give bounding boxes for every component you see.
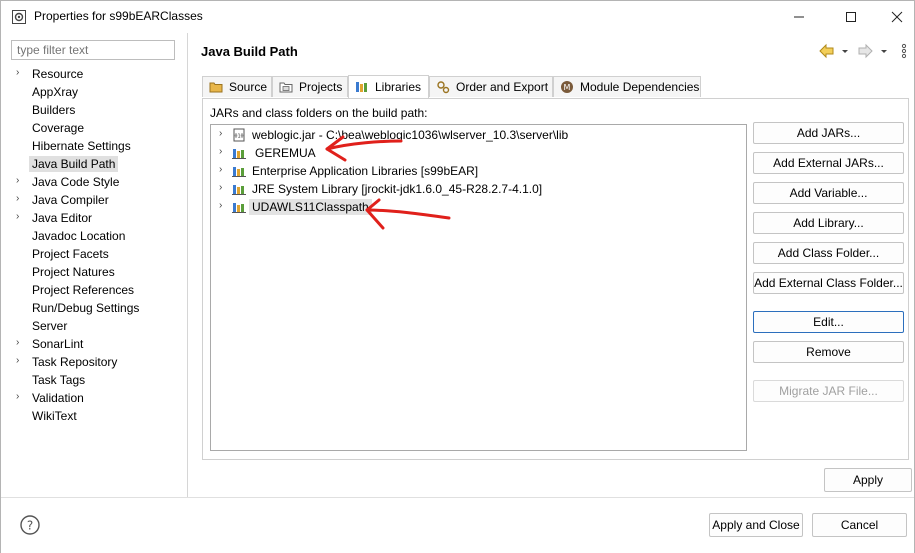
chevron-right-icon[interactable]: › (16, 67, 26, 81)
library-icon (232, 200, 246, 214)
more-icon[interactable] (901, 43, 907, 59)
window-title: Properties for s99bEARClasses (34, 9, 203, 23)
nav-item-project-natures[interactable]: Project Natures (1, 263, 187, 281)
nav-item-java-compiler[interactable]: › Java Compiler (1, 191, 187, 209)
help-icon[interactable]: ? (20, 515, 40, 535)
nav-item-javadoc-location[interactable]: Javadoc Location (1, 227, 187, 245)
minimize-icon (794, 16, 804, 18)
nav-item-sonarlint[interactable]: › SonarLint (1, 335, 187, 353)
module-icon: M (560, 80, 574, 94)
migrate-jar-file-button[interactable]: Migrate JAR File... (753, 380, 904, 402)
library-icon (232, 182, 246, 196)
libraries-panel: JARs and class folders on the build path… (202, 98, 909, 460)
chevron-right-icon[interactable]: › (16, 391, 26, 405)
nav-item-appxray[interactable]: AppXray (1, 83, 187, 101)
chevron-right-icon[interactable]: › (16, 337, 26, 351)
back-arrow-icon[interactable] (819, 43, 834, 59)
library-icon (232, 164, 246, 178)
order-export-icon (436, 80, 450, 94)
add-library-button[interactable]: Add Library... (753, 212, 904, 234)
chevron-right-icon[interactable]: › (16, 355, 26, 369)
eclipse-properties-icon (12, 10, 26, 24)
close-icon (891, 11, 903, 23)
edit-button[interactable]: Edit... (753, 311, 904, 333)
title-bar: Properties for s99bEARClasses (1, 1, 914, 33)
libraries-icon (355, 80, 369, 94)
add-external-jars-button[interactable]: Add External JARs... (753, 152, 904, 174)
source-folder-icon (209, 80, 223, 94)
chevron-right-icon[interactable]: › (219, 146, 222, 157)
svg-text:?: ? (27, 519, 33, 533)
nav-item-builders[interactable]: Builders (1, 101, 187, 119)
library-icon (232, 146, 246, 160)
build-path-caption: JARs and class folders on the build path… (210, 106, 428, 120)
svg-text:010: 010 (234, 134, 243, 140)
chevron-right-icon[interactable]: › (219, 164, 222, 175)
chevron-right-icon[interactable]: › (16, 175, 26, 189)
minimize-button[interactable] (776, 1, 822, 33)
chevron-down-icon[interactable] (842, 50, 848, 53)
maximize-button[interactable] (828, 1, 874, 33)
tab-projects[interactable]: Projects (272, 76, 348, 97)
nav-item-java-code-style[interactable]: › Java Code Style (1, 173, 187, 191)
tab-source[interactable]: Source (202, 76, 272, 97)
page-title: Java Build Path (201, 44, 298, 59)
add-class-folder-button[interactable]: Add Class Folder... (753, 242, 904, 264)
nav-item-task-repository[interactable]: › Task Repository (1, 353, 187, 371)
chevron-right-icon[interactable]: › (219, 200, 222, 211)
nav-item-server[interactable]: Server (1, 317, 187, 335)
page-navigation (818, 42, 910, 60)
apply-and-close-button[interactable]: Apply and Close (709, 513, 803, 537)
library-item-geremua[interactable]: › GEREMUA (211, 144, 746, 162)
nav-item-project-facets[interactable]: Project Facets (1, 245, 187, 263)
library-item-weblogic-jar[interactable]: › 010 weblogic.jar - C:\bea\weblogic1036… (211, 126, 746, 144)
jar-file-icon: 010 (232, 128, 246, 142)
nav-item-project-references[interactable]: Project References (1, 281, 187, 299)
library-item-udawls11classpath[interactable]: › UDAWLS11Classpath (211, 198, 746, 216)
filter-input[interactable] (11, 40, 175, 60)
remove-button[interactable]: Remove (753, 341, 904, 363)
add-jars-button[interactable]: Add JARs... (753, 122, 904, 144)
add-variable-button[interactable]: Add Variable... (753, 182, 904, 204)
chevron-right-icon[interactable]: › (16, 211, 26, 225)
dialog-footer: ? Apply and Close Cancel (1, 497, 914, 553)
library-item-jre-system-library[interactable]: › JRE System Library [jrockit-jdk1.6.0_4… (211, 180, 746, 198)
library-item-enterprise-app-libraries[interactable]: › Enterprise Application Libraries [s99b… (211, 162, 746, 180)
add-external-class-folder-button[interactable]: Add External Class Folder... (753, 272, 904, 294)
maximize-icon (846, 12, 856, 22)
library-tree[interactable]: › 010 weblogic.jar - C:\bea\weblogic1036… (210, 124, 747, 451)
tab-libraries[interactable]: Libraries (348, 75, 429, 98)
nav-item-wikitext[interactable]: WikiText (1, 407, 187, 425)
cancel-button[interactable]: Cancel (812, 513, 907, 537)
tab-order-and-export[interactable]: Order and Export (429, 76, 553, 97)
forward-arrow-icon[interactable] (858, 43, 873, 59)
nav-item-java-editor[interactable]: › Java Editor (1, 209, 187, 227)
chevron-right-icon[interactable]: › (16, 193, 26, 207)
apply-button[interactable]: Apply (824, 468, 912, 492)
tab-module-dependencies[interactable]: M Module Dependencies (553, 76, 701, 97)
nav-item-coverage[interactable]: Coverage (1, 119, 187, 137)
chevron-right-icon[interactable]: › (219, 128, 222, 139)
chevron-down-icon[interactable] (881, 50, 887, 53)
nav-item-java-build-path[interactable]: Java Build Path (1, 155, 187, 173)
svg-text:M: M (564, 83, 571, 92)
close-button[interactable] (874, 1, 915, 33)
page-content: Java Build Path Source Projects Librarie… (188, 33, 914, 497)
nav-item-task-tags[interactable]: Task Tags (1, 371, 187, 389)
nav-item-resource[interactable]: › Resource (1, 65, 187, 83)
properties-dialog: Properties for s99bEARClasses ›Resource … (0, 0, 915, 553)
nav-item-validation[interactable]: › Validation (1, 389, 187, 407)
chevron-right-icon[interactable]: › (219, 182, 222, 193)
nav-item-hibernate-settings[interactable]: Hibernate Settings (1, 137, 187, 155)
nav-item-run-debug-settings[interactable]: Run/Debug Settings (1, 299, 187, 317)
projects-folder-icon (279, 80, 293, 94)
left-nav-pane: ›Resource AppXray Builders Coverage Hibe… (1, 33, 188, 497)
